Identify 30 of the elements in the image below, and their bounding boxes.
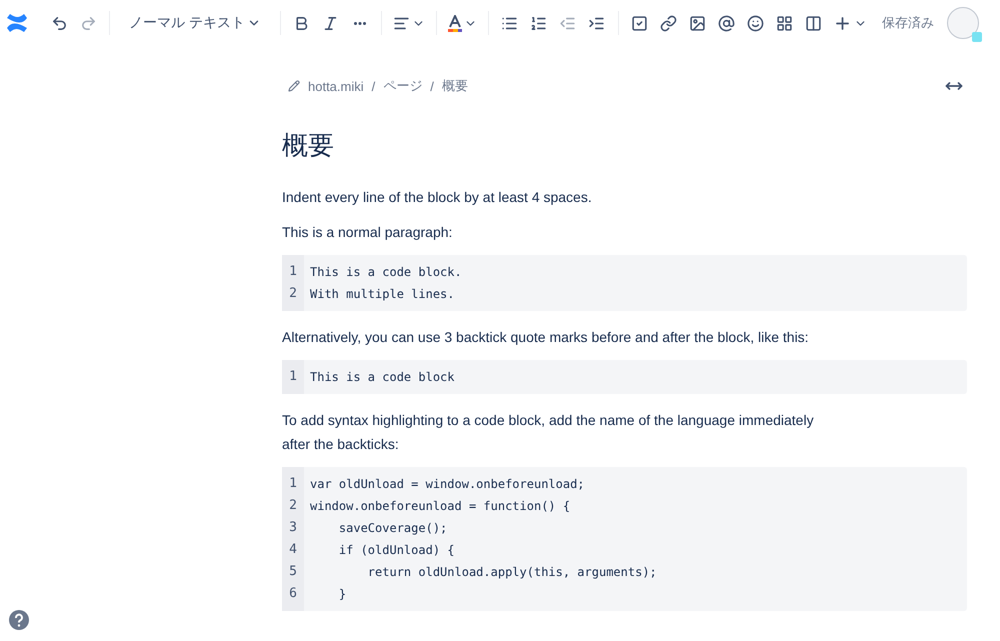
code-line: var oldUnload = window.onbeforeunload;: [310, 476, 586, 493]
paragraph: To add syntax highlighting to a code block, add the name of the language immediately after the backticks:: [282, 411, 815, 454]
line-number: 2: [288, 497, 298, 515]
line-number: 6: [288, 585, 298, 603]
breadcrumb-separator: /: [372, 78, 376, 94]
text-style-dropdown[interactable]: ノーマル テキスト: [117, 8, 273, 38]
paragraph: Alternatively, you can use 3 backtick quote marks before and after the block, like this:: [282, 328, 810, 347]
breadcrumb-link[interactable]: hotta.miki: [308, 78, 364, 94]
line-number: 1: [288, 263, 298, 281]
code-line: return oldUnload.apply(this, arguments);: [366, 564, 657, 581]
code-line: This is a code block: [310, 369, 454, 386]
line-number: 1: [288, 368, 298, 386]
code-line: This is a code block.: [310, 264, 462, 281]
line-number: 2: [288, 285, 298, 303]
paragraph: This is a normal paragraph:: [282, 223, 454, 242]
code-line: saveCoverage();: [338, 520, 448, 537]
breadcrumb-link[interactable]: 概要: [442, 77, 468, 95]
code-line: With multiple lines.: [310, 286, 456, 303]
line-number: 5: [288, 563, 298, 581]
code-line: if (oldUnload) {: [338, 542, 456, 559]
code-line: }: [338, 586, 348, 603]
save-status: 保存済み: [882, 14, 934, 32]
breadcrumb-separator: /: [430, 78, 434, 94]
page-title: 概要: [282, 129, 335, 162]
breadcrumb-link[interactable]: ページ: [383, 77, 422, 95]
line-number: 1: [288, 475, 298, 493]
line-number: 4: [288, 541, 298, 559]
paragraph: Indent every line of the block by at least 4 spaces.: [282, 188, 593, 207]
code-line: window.onbeforeunload = function() {: [310, 498, 572, 515]
line-number: 3: [288, 519, 298, 537]
